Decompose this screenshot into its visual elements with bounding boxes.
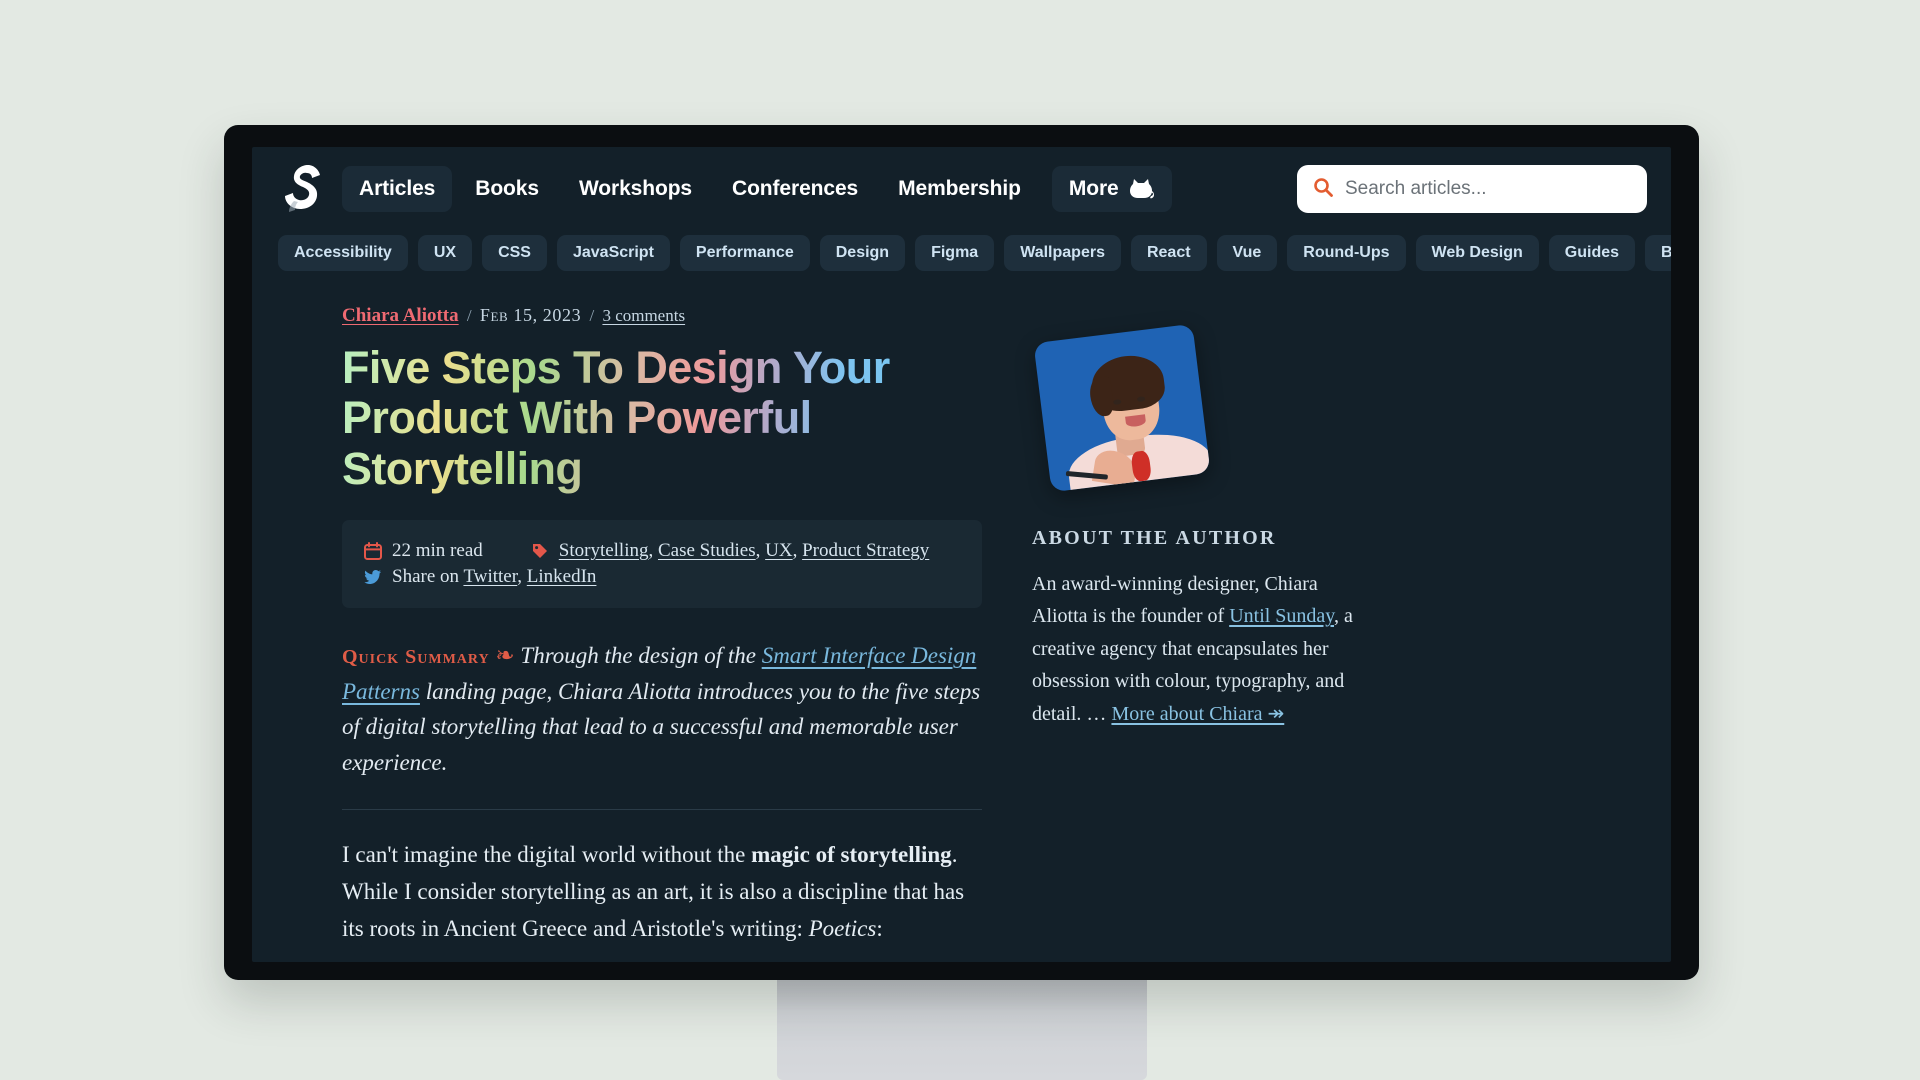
nav-item-articles[interactable]: Articles <box>342 166 453 212</box>
leaf-glyph-icon: ❧ <box>495 643 515 669</box>
byline-separator-2: / <box>589 306 595 325</box>
author-sidebar: About The Author An award-winning design… <box>1032 305 1362 947</box>
search-bar[interactable] <box>1297 165 1647 213</box>
author-portrait <box>1033 323 1211 493</box>
author-bio: An award-winning designer, Chiara Aliott… <box>1032 568 1362 730</box>
site-header: Articles Books Workshops Conferences Mem… <box>252 147 1671 225</box>
share-link-linkedin[interactable]: LinkedIn <box>527 566 597 587</box>
article-title[interactable]: Five Steps To Design Your Product With P… <box>342 342 982 494</box>
tags-list: Storytelling, Case Studies, UX, Product … <box>558 540 930 562</box>
nav-item-conferences[interactable]: Conferences <box>715 166 875 212</box>
search-input[interactable] <box>1345 178 1631 200</box>
category-pill-business[interactable]: Business <box>1645 235 1671 271</box>
quick-summary: Quick Summary ❧ Through the design of th… <box>342 638 982 781</box>
byline-author-link[interactable]: Chiara Aliotta <box>342 305 459 326</box>
tag-link-case-studies[interactable]: Case Studies <box>658 540 756 561</box>
nav-label: Membership <box>898 177 1021 200</box>
quick-summary-text-before: Through the design of the <box>520 643 756 669</box>
category-pill-round-ups[interactable]: Round-Ups <box>1287 235 1406 271</box>
category-pill-javascript[interactable]: JavaScript <box>556 235 670 271</box>
tag-icon <box>531 542 549 560</box>
nav-label: More <box>1068 177 1119 200</box>
monitor-stand <box>775 975 1149 1080</box>
para-bold-phrase: magic of storytelling <box>751 841 952 867</box>
tag-link-product-strategy[interactable]: Product Strategy <box>802 540 929 561</box>
browser-screen: Articles Books Workshops Conferences Mem… <box>252 147 1671 962</box>
tag-link-ux[interactable]: UX <box>765 540 792 561</box>
share-text: Share on Twitter, LinkedIn <box>392 566 597 588</box>
category-pill-figma[interactable]: Figma <box>915 235 995 271</box>
nav-label: Books <box>475 177 539 200</box>
nav-item-workshops[interactable]: Workshops <box>562 166 709 212</box>
share-link-twitter[interactable]: Twitter <box>463 566 517 587</box>
search-icon <box>1313 177 1333 202</box>
category-pill-accessibility[interactable]: Accessibility <box>278 235 408 271</box>
read-time-label: 22 min read <box>392 540 483 562</box>
para-italic-title: Poetics <box>808 916 877 942</box>
meta-row-share: Share on Twitter, LinkedIn <box>364 566 962 588</box>
category-pill-css[interactable]: CSS <box>482 235 547 271</box>
nav-label: Workshops <box>578 177 692 200</box>
bio-link-until-sunday[interactable]: Until Sunday <box>1229 605 1334 627</box>
article-meta-card: 22 min read Storytelling, Case Studies, <box>342 520 982 609</box>
body-paragraph-1: I can't imagine the digital world withou… <box>342 836 982 948</box>
category-pill-ux[interactable]: UX <box>417 235 473 271</box>
monitor-bezel: Articles Books Workshops Conferences Mem… <box>224 125 1699 980</box>
about-the-author-heading: About The Author <box>1032 527 1277 549</box>
nav-label: Articles <box>359 177 436 200</box>
category-pill-vue[interactable]: Vue <box>1216 235 1278 271</box>
category-filter-bar[interactable]: Accessibility UX CSS JavaScript Performa… <box>252 225 1671 283</box>
byline-separator-1: / <box>466 306 472 325</box>
smashing-magazine-logo[interactable] <box>278 161 324 217</box>
meta-row-primary: 22 min read Storytelling, Case Studies, <box>364 540 962 562</box>
calendar-icon <box>364 542 382 561</box>
quick-summary-label: Quick Summary <box>342 646 490 669</box>
para-text-a: I can't imagine the digital world withou… <box>342 841 752 867</box>
cat-icon <box>1129 178 1155 200</box>
tag-link-storytelling[interactable]: Storytelling <box>559 540 649 561</box>
tags-group: Storytelling, Case Studies, UX, Product … <box>531 540 930 562</box>
quick-summary-text-after: landing page, Chiara Aliotta introduces … <box>342 678 981 776</box>
category-pill-web-design[interactable]: Web Design <box>1415 235 1539 271</box>
byline: Chiara Aliotta / Feb 15, 2023 / 3 commen… <box>342 305 982 327</box>
nav-item-membership[interactable]: Membership <box>881 166 1038 212</box>
content-divider <box>342 808 982 810</box>
category-pill-design[interactable]: Design <box>819 235 906 271</box>
nav-item-more[interactable]: More <box>1051 166 1172 212</box>
read-time-group: 22 min read <box>364 540 483 562</box>
article-main: Chiara Aliotta / Feb 15, 2023 / 3 commen… <box>342 305 982 947</box>
category-pill-react[interactable]: React <box>1130 235 1207 271</box>
share-prefix: Share on <box>392 566 460 588</box>
category-pill-guides[interactable]: Guides <box>1548 235 1636 271</box>
byline-date: Feb 15, 2023 <box>479 305 582 325</box>
para-text-c: : <box>876 916 883 942</box>
category-pill-performance[interactable]: Performance <box>679 235 810 271</box>
twitter-icon <box>364 568 382 586</box>
more-about-author-link[interactable]: More about Chiara ↠ <box>1111 703 1284 725</box>
nav-item-books[interactable]: Books <box>458 166 556 212</box>
category-pill-wallpapers[interactable]: Wallpapers <box>1004 235 1121 271</box>
nav-label: Conferences <box>732 177 859 200</box>
byline-comments-link[interactable]: 3 comments <box>602 306 685 325</box>
desktop-scene: Articles Books Workshops Conferences Mem… <box>0 0 1920 1080</box>
article-layout: Chiara Aliotta / Feb 15, 2023 / 3 commen… <box>252 283 1671 947</box>
